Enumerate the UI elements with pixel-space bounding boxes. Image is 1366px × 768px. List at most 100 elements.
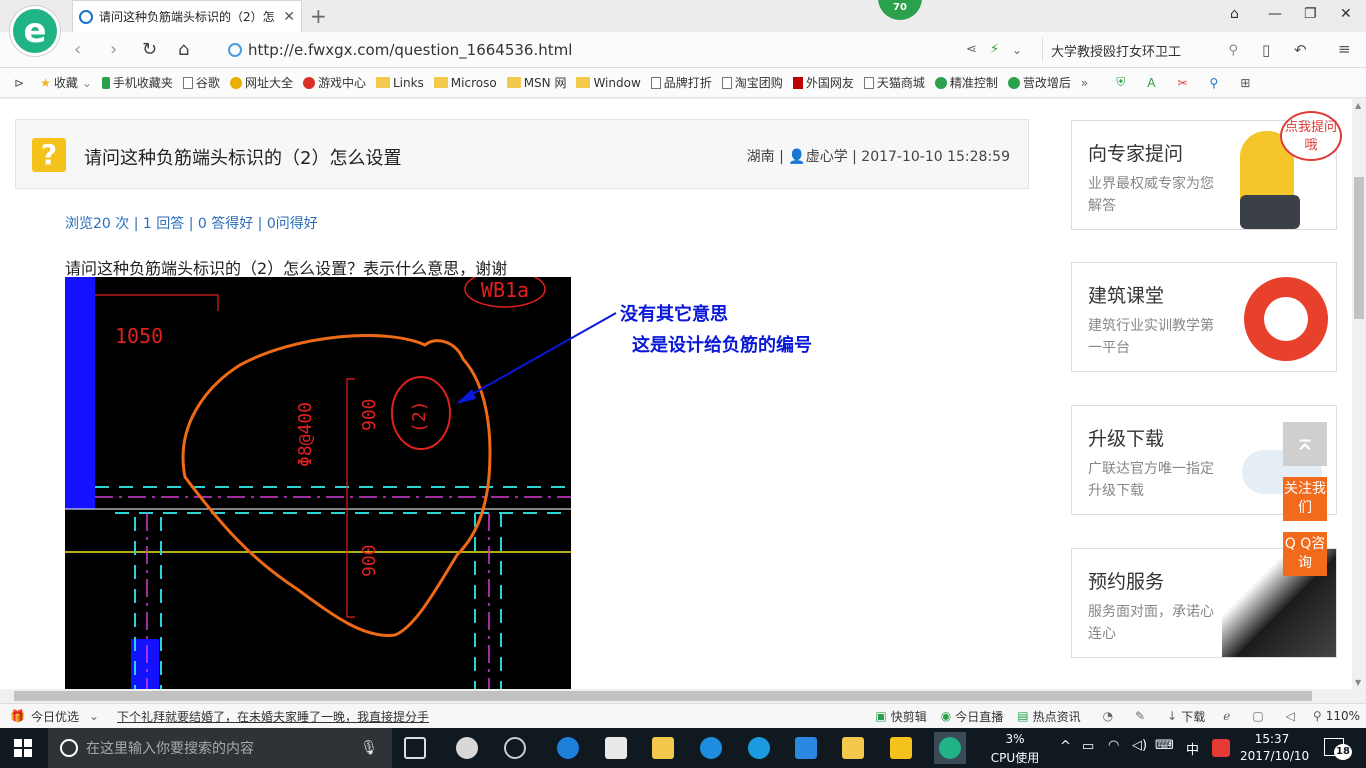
bookmark-item[interactable]: 手机收藏夹 <box>101 74 173 91</box>
chat-icon <box>1007 76 1020 89</box>
search-box[interactable]: 大学教授殴打女环卫工 ⚲ <box>1042 38 1238 62</box>
more-bookmarks-icon[interactable]: » <box>1081 76 1088 90</box>
undo-icon[interactable]: ↶ <box>1294 41 1307 59</box>
notification-count[interactable]: 18 <box>1334 744 1352 760</box>
home-icon[interactable]: ⌂ <box>178 39 189 60</box>
tray-chevron-icon[interactable]: ^ <box>1060 739 1071 754</box>
refresh-icon[interactable]: ↻ <box>142 39 157 60</box>
status-item[interactable]: 今日直播 <box>955 708 1003 725</box>
globe-icon <box>228 43 242 57</box>
store-icon[interactable] <box>605 737 627 759</box>
cpu-usage-label: CPU使用 <box>990 751 1040 765</box>
file-explorer-icon[interactable] <box>652 737 674 759</box>
bookmark-item[interactable]: 品牌打折 <box>650 74 712 91</box>
question-mark-icon: ? <box>32 138 66 172</box>
chevron-icon[interactable]: ⌄ <box>89 709 99 723</box>
horizontal-scroll-thumb[interactable] <box>14 691 1312 701</box>
app-plus-icon[interactable] <box>795 737 817 759</box>
restore-icon[interactable]: ❐ <box>1304 6 1317 22</box>
bookmark-item[interactable]: Microso <box>433 76 497 90</box>
search-tool-icon[interactable]: ⚲ <box>1210 76 1219 90</box>
shirt-icon[interactable]: ⌂ <box>1230 6 1239 22</box>
horizontal-scrollbar[interactable] <box>0 689 1352 703</box>
search-icon[interactable]: ⚲ <box>1228 43 1238 58</box>
browser-taskbar-icon[interactable] <box>939 737 961 759</box>
today-picks[interactable]: 今日优选 <box>31 708 79 725</box>
task-view-icon[interactable] <box>404 737 426 759</box>
wifi-icon[interactable]: ◠ <box>1108 738 1119 753</box>
notification-badge[interactable]: 70 <box>878 0 922 20</box>
clock-time[interactable]: 15:37 <box>1240 732 1304 746</box>
scroll-down-icon[interactable]: ▼ <box>1355 678 1361 687</box>
sidebar-toggle-icon[interactable]: ⊳ <box>14 76 24 90</box>
windows-start-icon[interactable] <box>14 739 32 757</box>
translate-icon[interactable]: A <box>1147 76 1155 90</box>
shield-icon[interactable]: ⛨ <box>1116 75 1125 90</box>
bookmark-item[interactable]: 淘宝团购 <box>721 74 783 91</box>
bookmark-item[interactable]: 精准控制 <box>934 74 998 91</box>
apps-icon[interactable]: ⊞ <box>1240 76 1250 90</box>
phone-icon[interactable]: ▯ <box>1262 41 1270 59</box>
bookmark-item[interactable]: 网址大全 <box>229 74 293 91</box>
bookmark-item[interactable]: Window <box>576 76 641 90</box>
back-icon[interactable]: ‹ <box>74 39 81 60</box>
keyboard-icon[interactable]: ⌨ <box>1155 738 1174 753</box>
bookmark-item[interactable]: ★ 收藏 ⌄ <box>40 74 92 91</box>
bookmark-item[interactable]: Links <box>375 76 424 90</box>
edge-icon[interactable] <box>557 737 579 759</box>
vertical-scroll-thumb[interactable] <box>1354 177 1364 319</box>
app-pinwheel-icon[interactable] <box>456 737 478 759</box>
sidebar-card-course[interactable]: 建筑课堂 建筑行业实训教学第一平台 <box>1071 262 1337 372</box>
question-stats[interactable]: 浏览20 次 | 1 回答 | 0 答得好 | 0问得好 <box>65 213 318 233</box>
qq-consult-button[interactable]: Q Q咨询 <box>1283 532 1327 576</box>
browser-logo-icon[interactable]: e <box>10 6 60 56</box>
zoom-level[interactable]: 110% <box>1326 709 1360 723</box>
speed-icon[interactable]: ◔ <box>1103 709 1113 723</box>
bookmark-item[interactable]: 谷歌 <box>182 74 220 91</box>
microphone-icon[interactable]: 🎙 <box>360 740 378 756</box>
scroll-up-icon[interactable]: ▲ <box>1355 101 1361 110</box>
clock-date[interactable]: 2017/10/10 <box>1240 749 1309 763</box>
bookmark-item[interactable]: 外国网友 <box>792 74 854 91</box>
help-app-icon[interactable] <box>890 737 912 759</box>
status-item[interactable]: 热点资讯 <box>1033 708 1081 725</box>
glodon-icon[interactable] <box>748 737 770 759</box>
address-bar[interactable]: http://e.fwxgx.com/question_1664536.html <box>222 38 1032 62</box>
volume-icon[interactable]: ◁ <box>1286 709 1295 723</box>
sidebar-card-expert[interactable]: 向专家提问 业界最权威专家为您解答 点我提问哦 <box>1071 111 1342 230</box>
bookmark-item[interactable]: 天猫商城 <box>863 74 925 91</box>
ime-indicator[interactable]: 中 <box>1186 739 1199 758</box>
scissors-icon[interactable]: ✂ <box>1177 76 1187 90</box>
minimize-icon[interactable]: — <box>1268 6 1282 22</box>
follow-us-button[interactable]: 关注我们 <box>1283 477 1327 521</box>
news-ticker[interactable]: 下个礼拜就要结婚了，在未婚夫家睡了一晚，我直接提分手 <box>117 708 429 725</box>
lightning-icon[interactable]: ⚡ <box>990 42 999 57</box>
notepad-icon[interactable] <box>842 737 864 759</box>
close-icon[interactable]: ✕ <box>1340 6 1352 22</box>
window-icon[interactable]: ▢ <box>1252 709 1263 723</box>
sogou-icon[interactable] <box>1212 739 1230 757</box>
download-label[interactable]: 下载 <box>1181 708 1205 725</box>
tool-icon[interactable]: ✎ <box>1135 709 1145 723</box>
forward-icon[interactable]: › <box>110 39 117 60</box>
bookmark-item[interactable]: 营改增后 <box>1007 74 1071 91</box>
tab-active[interactable]: 请问这种负筋端头标识的（2）怎 ✕ <box>72 0 302 32</box>
page-icon <box>182 76 193 89</box>
ie-taskbar-icon[interactable] <box>700 737 722 759</box>
back-to-top-button[interactable]: ⌅ <box>1283 422 1327 466</box>
menu-icon[interactable]: ≡ <box>1338 40 1351 58</box>
battery-icon[interactable]: ▭ <box>1082 739 1094 754</box>
chevron-down-icon[interactable]: ⌄ <box>1012 43 1022 57</box>
share-icon[interactable]: ⋖ <box>966 42 977 57</box>
ask-bubble[interactable]: 点我提问哦 <box>1280 111 1342 161</box>
ie-mode-icon[interactable]: ℯ <box>1223 709 1230 723</box>
taskbar-search[interactable]: 在这里输入你要搜索的内容 🎙 <box>48 728 392 768</box>
status-item[interactable]: 快剪辑 <box>891 708 927 725</box>
bookmark-item[interactable]: MSN 网 <box>506 74 566 91</box>
new-tab-icon[interactable]: + <box>310 4 327 28</box>
vertical-scrollbar[interactable]: ▲ ▼ <box>1352 99 1366 689</box>
bookmark-item[interactable]: 游戏中心 <box>302 74 366 91</box>
volume-tray-icon[interactable]: ◁) <box>1132 738 1147 753</box>
app-spiral-icon[interactable] <box>504 737 526 759</box>
close-tab-icon[interactable]: ✕ <box>283 9 295 25</box>
